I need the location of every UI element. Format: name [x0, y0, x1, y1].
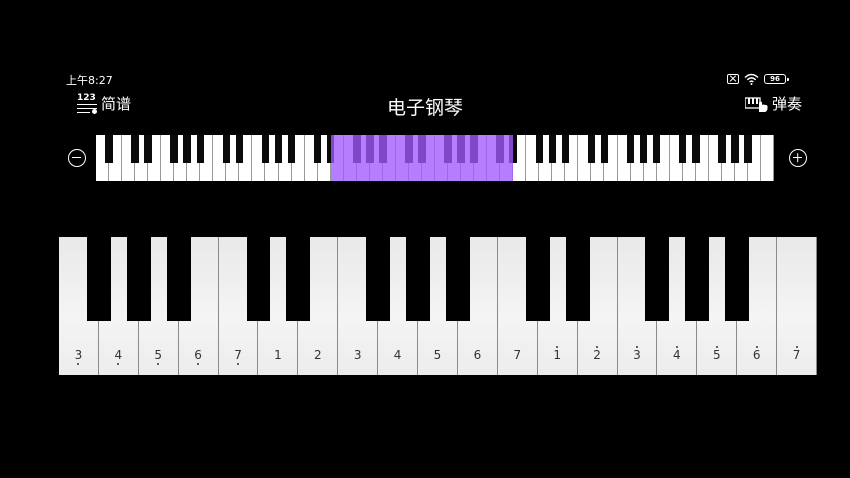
navigator-black-key [718, 135, 726, 163]
note-label: 3 [74, 348, 83, 362]
note-label: 2 [313, 348, 322, 362]
visible-range-highlight[interactable] [330, 135, 514, 181]
note-label: 6 [194, 348, 202, 362]
note-label: 6 [752, 348, 761, 362]
black-key[interactable] [685, 237, 710, 321]
wifi-icon [744, 73, 759, 85]
play-mode-button[interactable]: 弹奏 [744, 93, 802, 114]
navigator-black-key [222, 135, 231, 163]
black-key[interactable] [126, 237, 151, 321]
piano-keyboard[interactable]: 3 4 5 6 7 1 2 3 4 5 6 7 1 2 3 4 5 6 7 [59, 237, 817, 375]
note-label: 4 [114, 348, 123, 362]
note-label: 6 [473, 348, 482, 362]
black-key[interactable] [406, 237, 430, 321]
navigator-black-key [287, 135, 296, 163]
high-octave-dot [755, 346, 758, 348]
note-label: 7 [234, 348, 242, 362]
no-sim-icon [727, 74, 739, 84]
navigator-black-key [731, 135, 739, 163]
page-title: 电子钢琴 [386, 97, 463, 119]
zoom-out-button[interactable] [68, 149, 86, 167]
note-label: 1 [553, 348, 561, 362]
zoom-in-button[interactable] [789, 149, 807, 167]
black-key[interactable] [725, 237, 750, 321]
low-octave-dot [197, 363, 200, 365]
navigator-black-key [196, 135, 205, 163]
navigator-black-key [313, 135, 322, 163]
navigator-black-key [144, 135, 152, 163]
navigator-black-key [587, 135, 596, 163]
navigator-black-key [535, 135, 544, 163]
navigator-black-key [744, 135, 752, 163]
note-label: 1 [274, 348, 282, 362]
high-octave-dot [675, 346, 678, 348]
navigator-black-key [235, 135, 244, 163]
status-time: 上午8:27 [66, 74, 113, 87]
navigator-black-key [261, 135, 270, 163]
piano-hand-icon [744, 96, 768, 112]
black-key[interactable] [286, 237, 311, 321]
navigator-black-key [170, 135, 178, 163]
navigator-black-key [600, 135, 609, 163]
status-icons: 96 [727, 72, 789, 86]
high-octave-dot [795, 346, 798, 348]
navigator-black-key [678, 135, 687, 163]
note-label: 7 [513, 348, 522, 362]
note-label: 7 [792, 348, 801, 362]
low-octave-dot [77, 363, 80, 365]
navigator-black-key [652, 135, 661, 163]
battery-indicator: 96 [764, 74, 789, 84]
note-label: 4 [393, 348, 402, 362]
high-octave-dot [635, 346, 638, 348]
high-octave-dot [715, 346, 718, 348]
navigator-black-key [626, 135, 635, 163]
navigator-black-key [131, 135, 139, 163]
note-label: 4 [673, 348, 681, 362]
black-key[interactable] [246, 237, 271, 321]
navigator-black-key [105, 135, 113, 163]
play-mode-label: 弹奏 [771, 95, 802, 113]
black-key[interactable] [166, 237, 191, 321]
keyboard-navigator[interactable] [96, 135, 774, 181]
low-octave-dot [237, 363, 240, 365]
note-label: 3 [353, 348, 362, 362]
navigator-white-key [761, 135, 774, 181]
black-key[interactable] [366, 237, 391, 321]
navigator-black-key [639, 135, 648, 163]
note-label: 5 [433, 348, 442, 362]
note-label: 5 [712, 348, 721, 362]
black-key[interactable] [525, 237, 550, 321]
note-label: 2 [593, 348, 601, 362]
low-octave-dot [157, 363, 160, 365]
black-key[interactable] [645, 237, 670, 321]
note-label: 5 [154, 348, 163, 362]
note-label: 3 [633, 348, 641, 362]
navigator-black-key [274, 135, 283, 163]
white-key[interactable]: 7 [777, 237, 817, 375]
navigator-black-key [183, 135, 192, 163]
black-key[interactable] [86, 237, 111, 321]
low-octave-dot [117, 363, 120, 365]
navigator-black-key [561, 135, 570, 163]
navigator-black-key [691, 135, 700, 163]
black-key[interactable] [565, 237, 590, 321]
black-key[interactable] [445, 237, 470, 321]
navigator-black-key [548, 135, 557, 163]
